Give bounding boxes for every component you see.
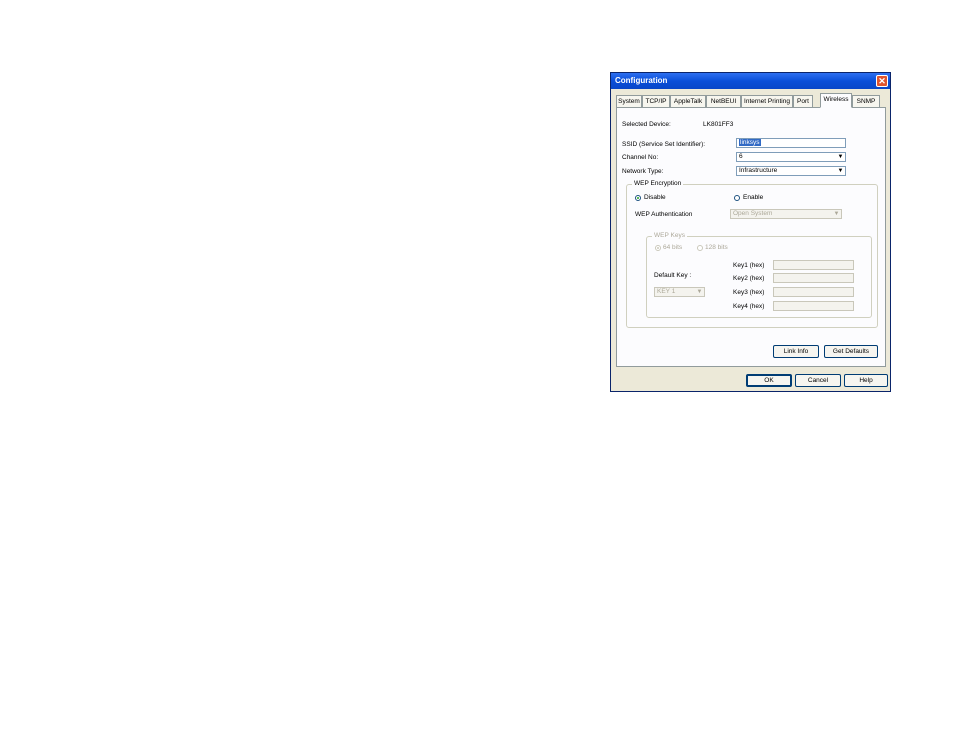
chevron-down-icon[interactable]: ▼ — [836, 153, 845, 161]
wep-auth-select[interactable]: Open System ▼ — [730, 209, 842, 219]
tab-tcpip[interactable]: TCP/IP — [642, 95, 670, 107]
bits64-radio[interactable] — [655, 245, 661, 251]
network-type-label: Network Type: — [622, 168, 664, 175]
network-type-select[interactable]: Infrastructure ▼ — [736, 166, 846, 176]
get-defaults-button[interactable]: Get Defaults — [824, 345, 878, 358]
tab-internet-printing[interactable]: Internet Printing — [741, 95, 793, 107]
wep-enable-radio[interactable] — [734, 195, 740, 201]
channel-select[interactable]: 6 ▼ — [736, 152, 846, 162]
tab-system[interactable]: System — [616, 95, 642, 107]
channel-label: Channel No: — [622, 154, 659, 161]
key4-input[interactable] — [773, 301, 854, 311]
tab-netbeui[interactable]: NetBEUI — [706, 95, 741, 107]
tab-snmp[interactable]: SNMP — [852, 95, 880, 107]
key1-label: Key1 (hex) — [733, 262, 765, 269]
ssid-label: SSID (Service Set Identifier): — [622, 141, 706, 148]
chevron-down-icon[interactable]: ▼ — [695, 288, 704, 296]
selected-device-label: Selected Device: — [622, 121, 671, 128]
tab-wireless[interactable]: Wireless — [820, 93, 852, 108]
wep-encryption-group: WEP Encryption Disable Enable WEP Authen… — [626, 180, 878, 328]
wep-auth-value: Open System — [733, 210, 773, 217]
bits64-label: 64 bits — [663, 244, 683, 251]
key4-label: Key4 (hex) — [733, 303, 765, 310]
cancel-button[interactable]: Cancel — [795, 374, 841, 387]
wireless-panel: Selected Device: LK801FF3 SSID (Service … — [616, 107, 886, 367]
wep-keys-title: WEP Keys — [652, 232, 687, 239]
default-key-value: KEY 1 — [657, 288, 676, 295]
wep-enable-label: Enable — [743, 194, 764, 201]
key2-label: Key2 (hex) — [733, 275, 765, 282]
key1-input[interactable] — [773, 260, 854, 270]
chevron-down-icon[interactable]: ▼ — [832, 210, 841, 218]
bits128-label: 128 bits — [705, 244, 728, 251]
ssid-value: linksys — [739, 139, 761, 146]
tab-appletalk[interactable]: AppleTalk — [670, 95, 706, 107]
tab-port[interactable]: Port — [793, 95, 813, 107]
title-bar[interactable]: Configuration ✕ — [611, 73, 890, 89]
configuration-dialog: Configuration ✕ System TCP/IP AppleTalk … — [610, 72, 891, 392]
link-info-button[interactable]: Link Info — [773, 345, 819, 358]
close-icon[interactable]: ✕ — [876, 75, 888, 87]
chevron-down-icon[interactable]: ▼ — [836, 167, 845, 175]
default-key-label: Default Key : — [654, 272, 692, 279]
wep-keys-group: WEP Keys 64 bits 128 bits Default Key : … — [646, 232, 872, 318]
key2-input[interactable] — [773, 273, 854, 283]
network-type-value: Infrastructure — [739, 167, 778, 174]
default-key-select[interactable]: KEY 1 ▼ — [654, 287, 705, 297]
wep-disable-radio[interactable] — [635, 195, 641, 201]
dialog-title: Configuration — [615, 76, 668, 85]
wep-auth-label: WEP Authentication — [635, 211, 693, 218]
key3-label: Key3 (hex) — [733, 289, 765, 296]
help-button[interactable]: Help — [844, 374, 888, 387]
channel-value: 6 — [739, 153, 743, 160]
key3-input[interactable] — [773, 287, 854, 297]
bits128-radio[interactable] — [697, 245, 703, 251]
selected-device-value: LK801FF3 — [703, 121, 734, 128]
ssid-input[interactable]: linksys — [736, 138, 846, 148]
ok-button[interactable]: OK — [746, 374, 792, 387]
wep-encryption-title: WEP Encryption — [632, 180, 684, 187]
wep-disable-label: Disable — [644, 194, 666, 201]
